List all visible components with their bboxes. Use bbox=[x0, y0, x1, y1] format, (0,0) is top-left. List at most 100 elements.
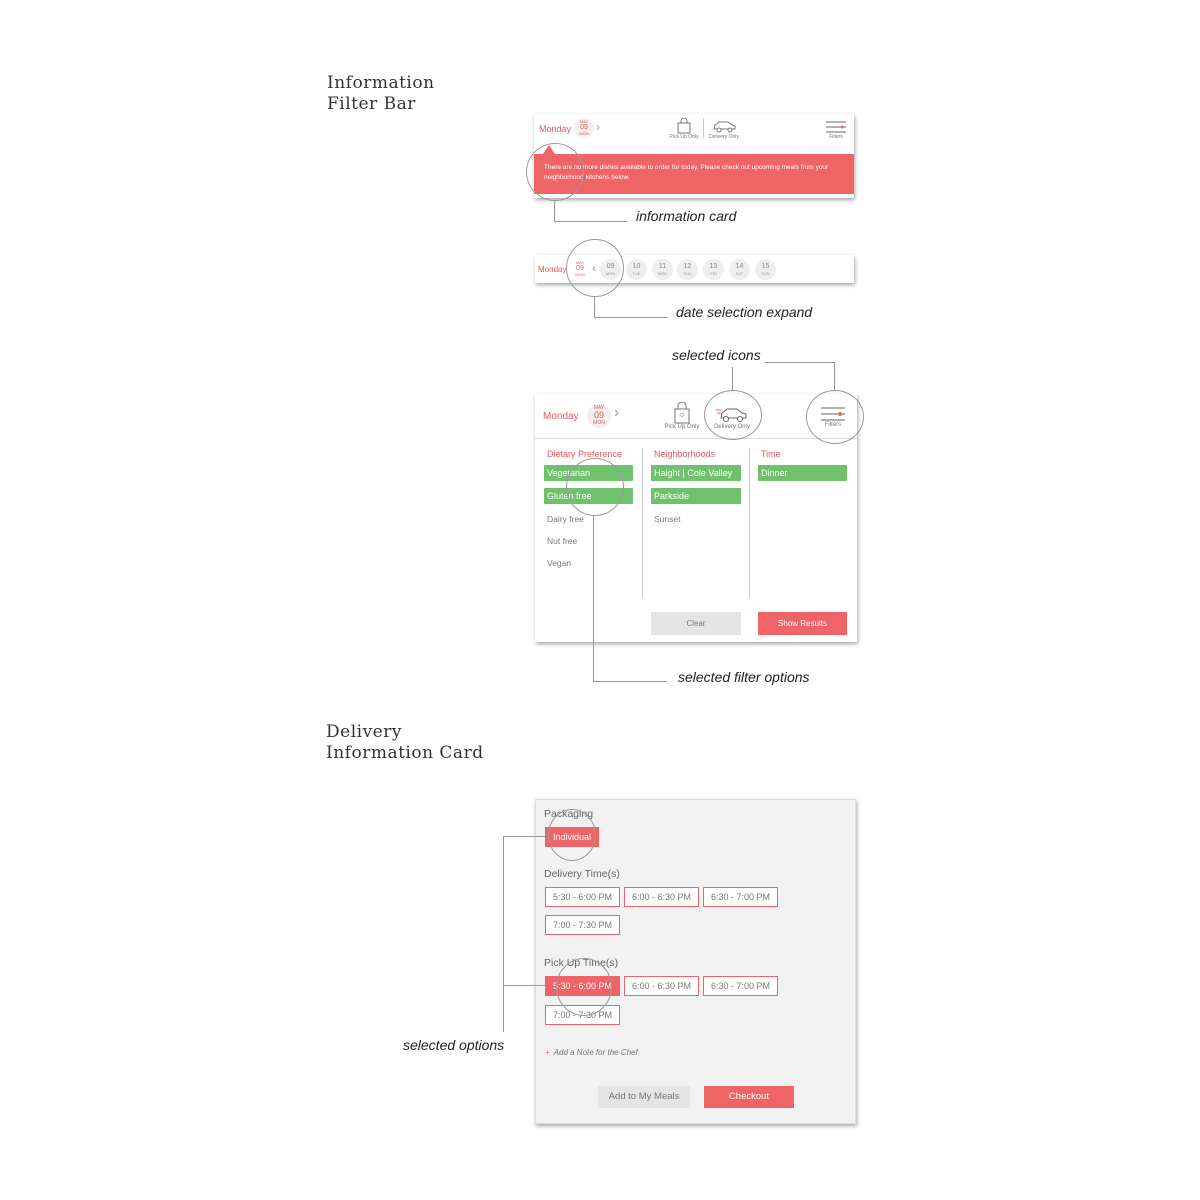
filters-icon bbox=[826, 121, 846, 133]
clear-button[interactable]: Clear bbox=[651, 612, 741, 635]
annotation-line bbox=[834, 362, 835, 390]
chip-date: 09 bbox=[606, 263, 615, 270]
chip-date: 10 bbox=[632, 263, 641, 270]
date-chip[interactable]: 13 FRI bbox=[703, 259, 724, 280]
chip-weekday: MON bbox=[605, 271, 616, 276]
dietary-option[interactable]: Vegan bbox=[547, 558, 571, 568]
plus-icon: + bbox=[545, 1048, 550, 1057]
chip-date: 15 bbox=[761, 263, 770, 270]
column-divider bbox=[642, 448, 643, 598]
weekday-label: MON bbox=[575, 272, 585, 277]
annotation-selected-filter-options: selected filter options bbox=[678, 669, 810, 685]
dietary-option[interactable]: Dairy free bbox=[547, 514, 584, 524]
neighborhood-option-selected[interactable]: Parkside bbox=[651, 488, 741, 504]
dietary-option[interactable]: Nut free bbox=[547, 536, 577, 546]
chip-weekday: SAT bbox=[735, 271, 744, 276]
packaging-heading: Packaging bbox=[544, 808, 594, 820]
day-label: Monday bbox=[539, 124, 572, 134]
bag-icon bbox=[677, 118, 691, 134]
current-date-bubble[interactable]: MAY 09 MON bbox=[574, 118, 594, 138]
time-option-selected[interactable]: Dinner bbox=[758, 465, 847, 481]
car-icon bbox=[716, 408, 747, 422]
delivery-slot[interactable]: 5:30 - 6:00 PM bbox=[545, 887, 620, 907]
annotation-line bbox=[554, 221, 627, 222]
pickup-slot[interactable]: 6:30 - 7:00 PM bbox=[703, 976, 778, 996]
chevron-left-icon[interactable]: ‹ bbox=[592, 262, 596, 274]
packaging-option-selected[interactable]: Individual bbox=[545, 827, 599, 847]
divider bbox=[535, 438, 857, 439]
date-chip[interactable]: 12 THU bbox=[677, 259, 698, 280]
annotation-line bbox=[593, 681, 667, 682]
add-note-label: Add a Note for the Chef bbox=[553, 1048, 638, 1057]
annotation-selected-options: selected options bbox=[403, 1037, 505, 1053]
date-chip[interactable]: 10 TUE bbox=[626, 259, 647, 280]
pickup-slot[interactable]: 7:00 - 7:30 PM bbox=[545, 1005, 620, 1025]
annotation-line bbox=[554, 201, 555, 222]
annotation-date-selection: date selection expand bbox=[676, 304, 813, 320]
pickup-toggle[interactable]: Pick Up Only bbox=[662, 118, 706, 140]
chevron-right-icon[interactable]: › bbox=[614, 405, 619, 420]
annotation-line bbox=[594, 317, 668, 318]
chip-date: 11 bbox=[658, 263, 667, 270]
car-icon bbox=[713, 121, 736, 133]
delivery-card: Packaging Individual Delivery Time(s) 5:… bbox=[535, 799, 856, 1124]
pointer-arrow-icon bbox=[543, 145, 555, 154]
dietary-option-selected[interactable]: Gluten free bbox=[544, 488, 633, 504]
column-divider bbox=[749, 448, 750, 598]
add-note-link[interactable]: + Add a Note for the Chef bbox=[545, 1048, 638, 1057]
annotation-line bbox=[503, 985, 545, 986]
delivery-time-heading: Delivery Time(s) bbox=[544, 868, 620, 880]
chip-weekday: FRI bbox=[710, 271, 717, 276]
annotation-selected-icons: selected icons bbox=[672, 347, 761, 363]
section-title-line: Filter Bar bbox=[327, 94, 416, 114]
delivery-label: Delivery Only bbox=[714, 424, 750, 430]
section-title-line: Delivery bbox=[326, 722, 402, 742]
date-chip[interactable]: 11 WED bbox=[652, 259, 673, 280]
pickup-slot[interactable]: 6:00 - 6:30 PM bbox=[624, 976, 699, 996]
delivery-toggle-selected[interactable]: Delivery Only bbox=[708, 404, 756, 430]
annotation-line bbox=[593, 516, 594, 681]
delivery-slot[interactable]: 7:00 - 7:30 PM bbox=[545, 915, 620, 935]
date-chip[interactable]: 15 SUN bbox=[755, 259, 776, 280]
annotation-line bbox=[732, 367, 733, 391]
date-chip[interactable]: 09 MON bbox=[600, 259, 621, 280]
neighborhood-option-selected[interactable]: Haight | Cole Valley bbox=[651, 465, 741, 481]
chip-weekday: TUE bbox=[632, 271, 641, 276]
pickup-toggle[interactable]: Pick Up Only bbox=[659, 402, 705, 430]
dietary-heading: Dietary Preference bbox=[547, 449, 623, 459]
chevron-right-icon[interactable]: › bbox=[596, 121, 600, 133]
annotation-line bbox=[594, 297, 595, 317]
weekday-label: MON bbox=[579, 131, 589, 136]
chip-weekday: THU bbox=[683, 271, 692, 276]
annotation-line bbox=[503, 836, 545, 837]
pickup-label: Pick Up Only bbox=[664, 424, 700, 430]
annotation-information-card: information card bbox=[636, 208, 737, 224]
delivery-slot[interactable]: 6:30 - 7:00 PM bbox=[703, 887, 778, 907]
current-date-bubble[interactable]: MAY 09 MON bbox=[587, 404, 611, 428]
date-strip-panel: Monday MAY 09 MON ‹ 09 MON 10 TUE 11 WED… bbox=[535, 255, 854, 283]
chip-weekday: WED bbox=[657, 271, 668, 276]
filters-label: Filters bbox=[829, 134, 843, 140]
neighborhood-option[interactable]: Sunset bbox=[654, 514, 680, 524]
date-chip[interactable]: 14 SAT bbox=[729, 259, 750, 280]
pickup-slot-selected[interactable]: 5:30 - 6:00 PM bbox=[545, 976, 620, 996]
delivery-section-title: Delivery Information Card bbox=[326, 722, 484, 764]
delivery-toggle[interactable]: Delivery Only bbox=[702, 118, 746, 140]
filters-toggle-selected[interactable]: Filters bbox=[817, 406, 849, 428]
filters-toggle[interactable]: Filters bbox=[821, 120, 851, 140]
add-to-meals-button[interactable]: Add to My Meals bbox=[598, 1086, 690, 1108]
checkout-button[interactable]: Checkout bbox=[704, 1086, 794, 1108]
section-title-line: Information Card bbox=[326, 743, 484, 763]
current-date-bubble[interactable]: MAY 09 MON bbox=[570, 259, 590, 279]
time-heading: Time bbox=[761, 449, 781, 459]
dietary-option-selected[interactable]: Vegetarian bbox=[544, 465, 633, 481]
neighborhoods-heading: Neighborhoods bbox=[654, 449, 716, 459]
delivery-label: Delivery Only bbox=[709, 134, 739, 140]
filter-bar-section-title: Information Filter Bar bbox=[327, 73, 435, 115]
bag-icon bbox=[674, 402, 690, 424]
delivery-slot[interactable]: 6:00 - 6:30 PM bbox=[624, 887, 699, 907]
filters-icon bbox=[821, 407, 845, 421]
info-bar-panel: Monday MAY 09 MON › Pick Up Only Deliver… bbox=[534, 114, 854, 198]
day-label: Monday bbox=[538, 265, 567, 274]
show-results-button[interactable]: Show Results bbox=[758, 612, 847, 635]
